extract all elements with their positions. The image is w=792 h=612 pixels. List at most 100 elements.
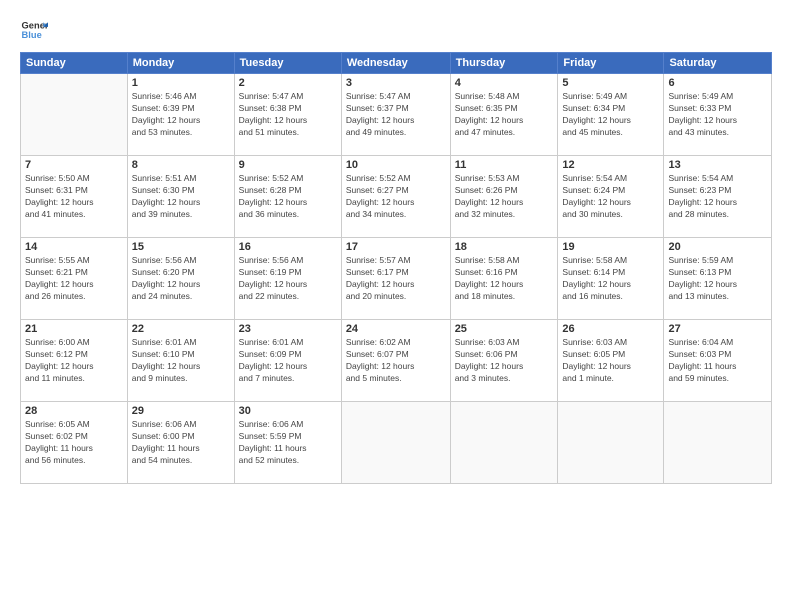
day-cell: 5Sunrise: 5:49 AM Sunset: 6:34 PM Daylig… xyxy=(558,74,664,156)
day-detail: Sunrise: 6:06 AM Sunset: 5:59 PM Dayligh… xyxy=(239,419,337,467)
day-detail: Sunrise: 5:58 AM Sunset: 6:14 PM Dayligh… xyxy=(562,255,659,303)
day-cell: 24 Sunrise: 6:02 AM Sunset: 6:07 PM Dayli… xyxy=(341,320,450,402)
day-number: 16 xyxy=(239,241,337,253)
day-detail: Sunrise: 5:56 AM Sunset: 6:20 PM Dayligh… xyxy=(132,255,230,303)
weekday-header-friday: Friday xyxy=(558,53,664,74)
day-number: 1 xyxy=(132,77,230,89)
day-number: 9 xyxy=(239,159,337,171)
week-row-4: 21 Sunrise: 6:00 AM Sunset: 6:12 PM Dayli… xyxy=(21,320,772,402)
day-number: 27 xyxy=(668,323,767,335)
day-number: 29 xyxy=(132,405,230,417)
day-number: 12 xyxy=(562,159,659,171)
day-detail: Sunrise: 6:00 AM Sunset: 6:12 PM Dayligh… xyxy=(25,337,123,385)
day-number: 15 xyxy=(132,241,230,253)
day-cell: 1 Sunrise: 5:46 AM Sunset: 6:39 PM Daylig… xyxy=(127,74,234,156)
day-number: 4 xyxy=(455,77,554,89)
day-detail: Sunrise: 5:47 AM Sunset: 6:37 PM Dayligh… xyxy=(346,91,446,139)
week-row-1: 1 Sunrise: 5:46 AM Sunset: 6:39 PM Daylig… xyxy=(21,74,772,156)
day-detail: Sunrise: 5:49 AM Sunset: 6:33 PM Dayligh… xyxy=(668,91,767,139)
day-cell: 2Sunrise: 5:47 AM Sunset: 6:38 PM Daylig… xyxy=(234,74,341,156)
day-cell: 13 Sunrise: 5:54 AM Sunset: 6:23 PM Dayli… xyxy=(664,156,772,238)
day-cell: 29 Sunrise: 6:06 AM Sunset: 6:00 PM Dayli… xyxy=(127,402,234,484)
day-number: 3 xyxy=(346,77,446,89)
day-cell xyxy=(450,402,558,484)
day-cell: 28 Sunrise: 6:05 AM Sunset: 6:02 PM Dayli… xyxy=(21,402,128,484)
day-number: 28 xyxy=(25,405,123,417)
calendar-page: General Blue SundayMondayTuesdayWednesda… xyxy=(0,0,792,612)
day-detail: Sunrise: 5:52 AM Sunset: 6:28 PM Dayligh… xyxy=(239,173,337,221)
day-cell xyxy=(664,402,772,484)
weekday-header-tuesday: Tuesday xyxy=(234,53,341,74)
day-detail: Sunrise: 5:59 AM Sunset: 6:13 PM Dayligh… xyxy=(668,255,767,303)
day-cell xyxy=(558,402,664,484)
day-detail: Sunrise: 6:01 AM Sunset: 6:09 PM Dayligh… xyxy=(239,337,337,385)
day-detail: Sunrise: 5:57 AM Sunset: 6:17 PM Dayligh… xyxy=(346,255,446,303)
day-cell: 26Sunrise: 6:03 AM Sunset: 6:05 PM Dayli… xyxy=(558,320,664,402)
day-cell: 27 Sunrise: 6:04 AM Sunset: 6:03 PM Dayli… xyxy=(664,320,772,402)
day-detail: Sunrise: 5:54 AM Sunset: 6:23 PM Dayligh… xyxy=(668,173,767,221)
day-number: 8 xyxy=(132,159,230,171)
calendar-table: SundayMondayTuesdayWednesdayThursdayFrid… xyxy=(20,52,772,484)
weekday-header-monday: Monday xyxy=(127,53,234,74)
weekday-header-sunday: Sunday xyxy=(21,53,128,74)
day-number: 26 xyxy=(562,323,659,335)
day-cell: 22 Sunrise: 6:01 AM Sunset: 6:10 PM Dayli… xyxy=(127,320,234,402)
day-number: 6 xyxy=(668,77,767,89)
weekday-header-thursday: Thursday xyxy=(450,53,558,74)
day-number: 18 xyxy=(455,241,554,253)
day-cell: 19 Sunrise: 5:58 AM Sunset: 6:14 PM Dayli… xyxy=(558,238,664,320)
day-detail: Sunrise: 5:51 AM Sunset: 6:30 PM Dayligh… xyxy=(132,173,230,221)
weekday-header-row: SundayMondayTuesdayWednesdayThursdayFrid… xyxy=(21,53,772,74)
day-detail: Sunrise: 5:50 AM Sunset: 6:31 PM Dayligh… xyxy=(25,173,123,221)
day-cell: 10Sunrise: 5:52 AM Sunset: 6:27 PM Dayli… xyxy=(341,156,450,238)
day-number: 20 xyxy=(668,241,767,253)
weekday-header-saturday: Saturday xyxy=(664,53,772,74)
day-number: 2 xyxy=(239,77,337,89)
day-cell: 25 Sunrise: 6:03 AM Sunset: 6:06 PM Dayli… xyxy=(450,320,558,402)
day-cell: 14 Sunrise: 5:55 AM Sunset: 6:21 PM Dayli… xyxy=(21,238,128,320)
day-detail: Sunrise: 5:53 AM Sunset: 6:26 PM Dayligh… xyxy=(455,173,554,221)
day-detail: Sunrise: 6:01 AM Sunset: 6:10 PM Dayligh… xyxy=(132,337,230,385)
day-number: 30 xyxy=(239,405,337,417)
day-number: 13 xyxy=(668,159,767,171)
day-cell: 30 Sunrise: 6:06 AM Sunset: 5:59 PM Dayli… xyxy=(234,402,341,484)
day-number: 22 xyxy=(132,323,230,335)
page-header: General Blue xyxy=(20,16,772,44)
day-number: 7 xyxy=(25,159,123,171)
week-row-3: 14 Sunrise: 5:55 AM Sunset: 6:21 PM Dayli… xyxy=(21,238,772,320)
day-cell: 11Sunrise: 5:53 AM Sunset: 6:26 PM Dayli… xyxy=(450,156,558,238)
day-detail: Sunrise: 5:46 AM Sunset: 6:39 PM Dayligh… xyxy=(132,91,230,139)
day-number: 19 xyxy=(562,241,659,253)
logo: General Blue xyxy=(20,16,48,44)
day-detail: Sunrise: 6:03 AM Sunset: 6:06 PM Dayligh… xyxy=(455,337,554,385)
day-detail: Sunrise: 5:55 AM Sunset: 6:21 PM Dayligh… xyxy=(25,255,123,303)
day-cell: 16 Sunrise: 5:56 AM Sunset: 6:19 PM Dayli… xyxy=(234,238,341,320)
day-number: 21 xyxy=(25,323,123,335)
logo-icon: General Blue xyxy=(20,16,48,44)
day-detail: Sunrise: 5:58 AM Sunset: 6:16 PM Dayligh… xyxy=(455,255,554,303)
week-row-5: 28 Sunrise: 6:05 AM Sunset: 6:02 PM Dayli… xyxy=(21,402,772,484)
day-cell: 12Sunrise: 5:54 AM Sunset: 6:24 PM Dayli… xyxy=(558,156,664,238)
day-cell: 3 Sunrise: 5:47 AM Sunset: 6:37 PM Daylig… xyxy=(341,74,450,156)
day-cell xyxy=(341,402,450,484)
day-cell: 9 Sunrise: 5:52 AM Sunset: 6:28 PM Daylig… xyxy=(234,156,341,238)
day-cell: 17 Sunrise: 5:57 AM Sunset: 6:17 PM Dayli… xyxy=(341,238,450,320)
day-cell: 18 Sunrise: 5:58 AM Sunset: 6:16 PM Dayli… xyxy=(450,238,558,320)
day-detail: Sunrise: 5:56 AM Sunset: 6:19 PM Dayligh… xyxy=(239,255,337,303)
day-number: 10 xyxy=(346,159,446,171)
day-detail: Sunrise: 5:48 AM Sunset: 6:35 PM Dayligh… xyxy=(455,91,554,139)
day-number: 24 xyxy=(346,323,446,335)
day-detail: Sunrise: 6:02 AM Sunset: 6:07 PM Dayligh… xyxy=(346,337,446,385)
day-cell: 6 Sunrise: 5:49 AM Sunset: 6:33 PM Daylig… xyxy=(664,74,772,156)
day-number: 14 xyxy=(25,241,123,253)
day-cell: 7 Sunrise: 5:50 AM Sunset: 6:31 PM Daylig… xyxy=(21,156,128,238)
day-detail: Sunrise: 6:04 AM Sunset: 6:03 PM Dayligh… xyxy=(668,337,767,385)
weekday-header-wednesday: Wednesday xyxy=(341,53,450,74)
day-detail: Sunrise: 6:05 AM Sunset: 6:02 PM Dayligh… xyxy=(25,419,123,467)
day-number: 25 xyxy=(455,323,554,335)
day-number: 17 xyxy=(346,241,446,253)
week-row-2: 7 Sunrise: 5:50 AM Sunset: 6:31 PM Daylig… xyxy=(21,156,772,238)
day-detail: Sunrise: 6:06 AM Sunset: 6:00 PM Dayligh… xyxy=(132,419,230,467)
day-cell: 8 Sunrise: 5:51 AM Sunset: 6:30 PM Daylig… xyxy=(127,156,234,238)
day-cell xyxy=(21,74,128,156)
